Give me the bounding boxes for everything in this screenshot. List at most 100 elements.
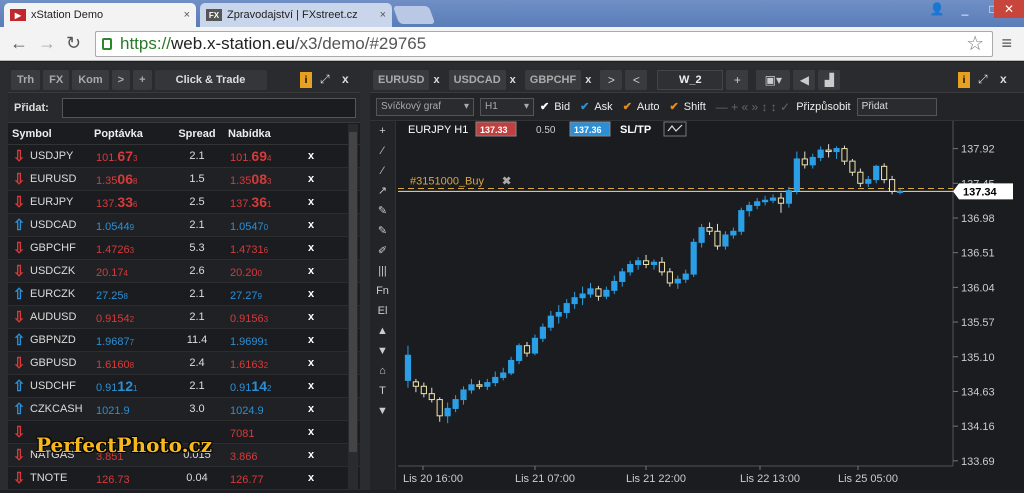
- remove-symbol-icon[interactable]: x: [300, 173, 322, 185]
- address-bar[interactable]: https:// web.x-station.eu /x3/demo/#2976…: [95, 31, 993, 57]
- bid-price[interactable]: 1.96877: [94, 332, 166, 348]
- fit-button[interactable]: Přizpůsobit: [796, 101, 850, 113]
- back-icon[interactable]: ◀: [793, 70, 816, 90]
- functions-tool-icon[interactable]: Fn: [370, 281, 395, 301]
- elliott-tool-icon[interactable]: El: [370, 301, 395, 321]
- table-row[interactable]: ⇩ USDCZK 20.174 2.6 20.200 x: [8, 260, 360, 283]
- workspace-selector[interactable]: W_2: [657, 70, 724, 90]
- table-row[interactable]: ⇩ EURJPY 137.336 2.5 137.361 x: [8, 191, 360, 214]
- expand-icon[interactable]: ⤢: [978, 72, 988, 87]
- remove-symbol-icon[interactable]: x: [300, 265, 322, 277]
- table-row[interactable]: ⇩ GBPUSD 1.61608 2.4 1.61632 x: [8, 352, 360, 375]
- zoom-controls-icon[interactable]: — + « » ↕ ↕ ✓: [716, 100, 790, 114]
- remove-symbol-icon[interactable]: x: [300, 403, 322, 415]
- ask-price[interactable]: 0.91142: [228, 378, 300, 394]
- line-tool-icon[interactable]: ⁄: [370, 141, 395, 161]
- table-row[interactable]: ⇩ GBPCHF 1.47263 5.3 1.47316 x: [8, 237, 360, 260]
- bid-price[interactable]: 1.47263: [94, 240, 166, 256]
- col-bid[interactable]: Poptávka: [94, 128, 166, 140]
- ask-price[interactable]: 1.05470: [228, 217, 300, 233]
- arrow-up-tool-icon[interactable]: ▲: [370, 321, 395, 341]
- order-close-icon[interactable]: ✖: [502, 175, 511, 187]
- auto-checkbox[interactable]: ✔ Auto: [623, 100, 660, 114]
- bid-price[interactable]: 101.673: [94, 148, 166, 164]
- pencil-alt-tool-icon[interactable]: ✎: [370, 221, 395, 241]
- tab-add[interactable]: +: [133, 70, 152, 90]
- shift-checkbox[interactable]: ✔ Shift: [670, 100, 706, 114]
- bid-price[interactable]: 126.73: [94, 470, 166, 486]
- bid-price[interactable]: 1.05449: [94, 217, 166, 233]
- shapes-tool-icon[interactable]: ⌂: [370, 361, 395, 381]
- table-row[interactable]: ⇧ GBPNZD 1.96877 11.4 1.96991 x: [8, 329, 360, 352]
- expand-icon[interactable]: ⤢: [320, 72, 330, 87]
- new-tab-button[interactable]: [392, 6, 436, 24]
- brush-tool-icon[interactable]: ✐: [370, 241, 395, 261]
- remove-symbol-icon[interactable]: x: [300, 219, 322, 231]
- table-row[interactable]: ⇩ TNOTE 126.73 0.04 126.77 x: [8, 467, 360, 490]
- forward-arrow-icon[interactable]: →: [38, 33, 56, 54]
- ask-price[interactable]: 101.694: [228, 148, 300, 164]
- ask-price[interactable]: 7081: [228, 424, 300, 440]
- ask-price[interactable]: 1.47316: [228, 240, 300, 256]
- bid-checkbox[interactable]: ✔ Bid: [540, 100, 570, 114]
- add-workspace-icon[interactable]: +: [726, 70, 749, 90]
- interval-select[interactable]: H1 ▾: [480, 97, 534, 116]
- tab-trh[interactable]: Trh: [11, 70, 41, 90]
- ask-price[interactable]: 1.35083: [228, 171, 300, 187]
- tab-close-icon[interactable]: ×: [380, 9, 386, 21]
- bookmark-star-icon[interactable]: ☆: [966, 31, 984, 56]
- remove-symbol-icon[interactable]: x: [300, 449, 322, 461]
- col-ask[interactable]: Nabídka: [228, 128, 300, 140]
- tab-close-icon[interactable]: ×: [184, 9, 190, 21]
- table-row[interactable]: ⇩ AUDUSD 0.91542 2.1 0.91563 x: [8, 306, 360, 329]
- bid-price[interactable]: 137.336: [94, 194, 166, 210]
- profile-icon[interactable]: 👤: [922, 0, 952, 18]
- info-icon[interactable]: i: [958, 72, 970, 88]
- chart-tab-eurusd[interactable]: EURUSD: [373, 70, 430, 90]
- candlestick-chart[interactable]: 137.92137.45136.98136.51136.04135.57135.…: [398, 121, 1024, 490]
- tab-click-and-trade[interactable]: Click & Trade: [154, 70, 267, 90]
- chart-type-select[interactable]: Svíčkový graf ▾: [376, 97, 474, 116]
- remove-symbol-icon[interactable]: x: [300, 242, 322, 254]
- bid-price[interactable]: 20.174: [94, 263, 166, 279]
- detach-icon[interactable]: ▟: [818, 70, 841, 90]
- remove-symbol-icon[interactable]: x: [300, 311, 322, 323]
- close-window-button[interactable]: ✕: [994, 0, 1024, 18]
- ask-price[interactable]: 1024.9: [228, 401, 300, 417]
- scrollbar-thumb[interactable]: [349, 132, 357, 452]
- remove-symbol-icon[interactable]: x: [300, 472, 322, 484]
- ask-price[interactable]: 126.77: [228, 470, 300, 486]
- table-row[interactable]: ⇩ EURUSD 1.35068 1.5 1.35083 x: [8, 168, 360, 191]
- pencil-tool-icon[interactable]: ✎: [370, 201, 395, 221]
- remove-symbol-icon[interactable]: x: [300, 196, 322, 208]
- ask-price[interactable]: 1.61632: [228, 355, 300, 371]
- ask-checkbox[interactable]: ✔ Ask: [580, 100, 613, 114]
- browser-tab-xstation[interactable]: ▶ xStation Demo ×: [4, 3, 196, 27]
- chart-tab-gbpchf[interactable]: GBPCHF: [524, 70, 582, 90]
- add-symbol-input[interactable]: [62, 97, 356, 118]
- bid-price[interactable]: 0.91121: [94, 378, 166, 394]
- table-row[interactable]: ⇩ USDJPY 101.673 2.1 101.694 x: [8, 145, 360, 168]
- chart-tab-usdcad[interactable]: USDCAD: [448, 70, 506, 90]
- trend-tool-icon[interactable]: ↗: [370, 181, 395, 201]
- remove-symbol-icon[interactable]: x: [300, 334, 322, 346]
- ask-price[interactable]: 0.91563: [228, 309, 300, 325]
- table-row[interactable]: ⇧ USDCHF 0.91121 2.1 0.91142 x: [8, 375, 360, 398]
- bid-price[interactable]: 1021.9: [94, 401, 166, 417]
- browser-tab-fxstreet[interactable]: FX Zpravodajství | FXstreet.cz ×: [200, 3, 392, 27]
- text-tool-icon[interactable]: T: [370, 381, 395, 401]
- prev-tab-icon[interactable]: <: [625, 70, 648, 90]
- chart-tab-close-icon[interactable]: x: [585, 74, 591, 86]
- chart-tab-close-icon[interactable]: x: [510, 74, 516, 86]
- more-tools-icon[interactable]: ▼: [370, 401, 395, 421]
- remove-symbol-icon[interactable]: x: [300, 150, 322, 162]
- col-symbol[interactable]: Symbol: [8, 128, 94, 140]
- fibonacci-tool-icon[interactable]: |||: [370, 261, 395, 281]
- ray-tool-icon[interactable]: ⁄: [370, 161, 395, 181]
- bid-price[interactable]: 0.91542: [94, 309, 166, 325]
- table-row[interactable]: ⇧ EURCZK 27.258 2.1 27.279 x: [8, 283, 360, 306]
- table-row[interactable]: ⇧ USDCAD 1.05449 2.1 1.05470 x: [8, 214, 360, 237]
- bid-price[interactable]: 27.258: [94, 286, 166, 302]
- ask-price[interactable]: 3.866: [228, 447, 300, 463]
- chart-tab-close-icon[interactable]: x: [433, 74, 439, 86]
